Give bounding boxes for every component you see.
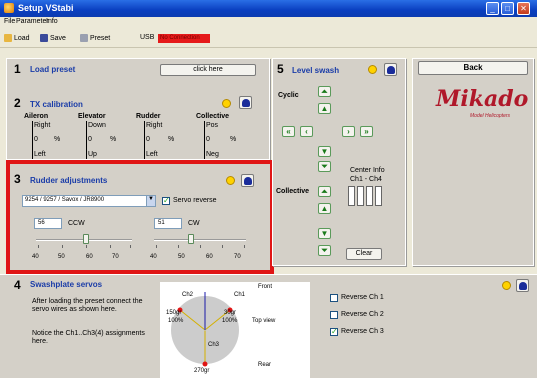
load-button[interactable]: Load — [4, 34, 30, 42]
swashplate-title: Swashplate servos — [30, 280, 103, 289]
smiley-icon — [222, 99, 231, 108]
level-swash-title: Level swash — [292, 66, 340, 75]
save-button[interactable]: Save — [40, 34, 66, 42]
clear-button[interactable]: Clear — [346, 248, 382, 260]
menu-file[interactable]: File — [4, 18, 15, 25]
load-preset-number: 1 — [14, 62, 21, 76]
help-icon[interactable] — [239, 96, 252, 109]
help-icon[interactable] — [384, 63, 397, 76]
menu-bar: File Parameter Info — [0, 17, 537, 28]
cyclic-up-fast-button[interactable]: ⏶ — [318, 86, 331, 97]
channel-range-label: Ch1 - Ch4 — [350, 176, 382, 183]
cyclic-up-button[interactable]: ▲ — [318, 103, 331, 114]
window-title: Setup VStabi — [18, 3, 74, 13]
collective-down-button[interactable]: ▼ — [318, 228, 331, 239]
cyclic-right-fast-button[interactable]: » — [360, 126, 373, 137]
center-info-label: Center Info — [350, 167, 385, 174]
floppy-icon — [40, 34, 48, 42]
close-button[interactable]: ✕ — [517, 2, 530, 15]
tx-calibration-number: 2 — [14, 96, 21, 110]
smiley-icon — [368, 65, 377, 74]
reverse-ch3-checkbox[interactable] — [330, 327, 338, 336]
reverse-ch2-checkbox[interactable] — [330, 311, 338, 319]
folder-icon — [4, 34, 12, 42]
back-button[interactable]: Back — [418, 61, 528, 75]
level-swash-panel — [272, 58, 406, 266]
toolbar: Load Save Preset USB No Connection — [0, 28, 537, 48]
reverse-ch1-checkbox[interactable] — [330, 294, 338, 302]
title-bar: Setup VStabi _ □ ✕ — [0, 0, 537, 17]
reverse-ch2-label: Reverse Ch 2 — [341, 311, 384, 318]
swashplate-instructions: After loading the preset connect the ser… — [32, 298, 143, 313]
maximize-button[interactable]: □ — [501, 2, 514, 15]
collective-up-fast-button[interactable]: ⏶ — [318, 186, 331, 197]
help-icon[interactable] — [516, 279, 529, 292]
menu-parameter[interactable]: Parameter — [16, 18, 49, 25]
collective-label: Collective — [276, 188, 310, 195]
smiley-icon — [502, 281, 511, 290]
swashplate-number: 4 — [14, 278, 21, 292]
cyclic-label: Cyclic — [278, 92, 299, 99]
app-icon — [4, 3, 14, 13]
connection-status: No Connection — [158, 34, 210, 43]
preset-icon — [80, 34, 88, 42]
cyclic-right-button[interactable]: › — [342, 126, 355, 137]
minimize-button[interactable]: _ — [486, 2, 499, 15]
usb-label: USB — [140, 34, 155, 41]
swashplate-note: Notice the Ch1..Ch3(4) assignments here. — [32, 330, 145, 345]
cyclic-left-fast-button[interactable]: « — [282, 126, 295, 137]
level-swash-number: 5 — [277, 62, 284, 76]
collective-up-button[interactable]: ▲ — [318, 203, 331, 214]
ch3-point — [202, 361, 208, 367]
highlight-box — [6, 160, 274, 274]
reverse-ch3-label: Reverse Ch 3 — [341, 328, 384, 335]
cyclic-down-button[interactable]: ▼ — [318, 146, 331, 157]
preset-button[interactable]: Preset — [80, 34, 110, 42]
swashplate-diagram: Ch2 Ch1 Ch3 150gr 100% 30gr 100% 270gr F… — [160, 282, 310, 378]
tx-calibration-title: TX calibration — [30, 100, 83, 109]
load-preset-title: Load preset — [30, 65, 76, 74]
reverse-ch1-label: Reverse Ch 1 — [341, 294, 384, 301]
cyclic-left-button[interactable]: ‹ — [300, 126, 313, 137]
menu-info[interactable]: Info — [46, 18, 58, 25]
cyclic-down-fast-button[interactable]: ⏷ — [318, 161, 331, 172]
collective-down-fast-button[interactable]: ⏷ — [318, 245, 331, 256]
load-preset-button[interactable]: click here — [160, 64, 256, 76]
